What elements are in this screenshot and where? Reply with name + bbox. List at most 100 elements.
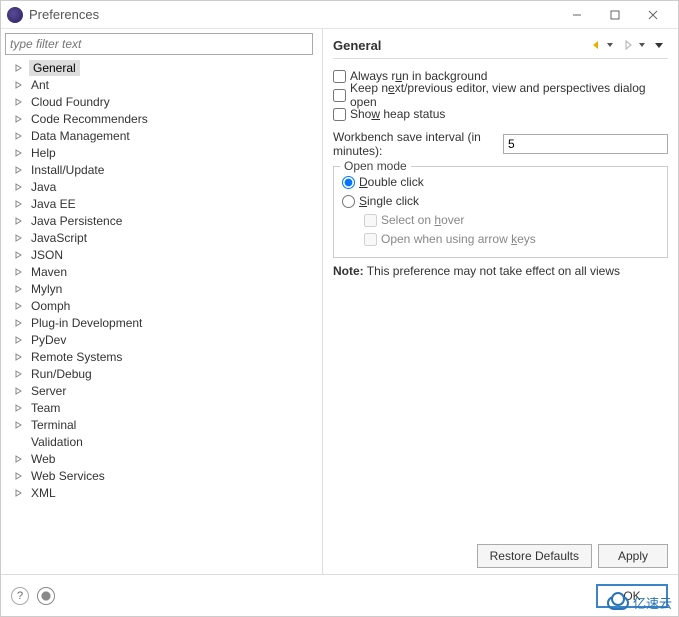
tree-item[interactable]: Cloud Foundry (5, 93, 318, 110)
apply-button[interactable]: Apply (598, 544, 668, 568)
tree-item[interactable]: Server (5, 382, 318, 399)
single-click-label: Single click (359, 194, 419, 208)
tree-item-label: Ant (29, 78, 51, 92)
app-icon (7, 7, 23, 23)
maximize-button[interactable] (596, 3, 634, 27)
dialog-footer: ? OK 亿速云 (1, 574, 678, 616)
open-arrow-keys-checkbox (364, 233, 377, 246)
expand-icon[interactable] (13, 79, 25, 91)
tree-item-label: XML (29, 486, 58, 500)
tree-item-label: General (29, 60, 80, 76)
window-title: Preferences (29, 7, 558, 22)
expand-icon[interactable] (13, 113, 25, 125)
expand-icon[interactable] (13, 334, 25, 346)
close-button[interactable] (634, 3, 672, 27)
tree-item[interactable]: Java EE (5, 195, 318, 212)
tree-item[interactable]: General (5, 59, 318, 76)
tree-item[interactable]: XML (5, 484, 318, 501)
forward-menu-icon[interactable] (638, 39, 652, 53)
panel-title: General (333, 38, 588, 53)
expand-icon[interactable] (13, 419, 25, 431)
expand-icon[interactable] (13, 385, 25, 397)
note-text: This preference may not take effect on a… (364, 264, 620, 278)
double-click-row: Double click (342, 173, 659, 191)
keep-editor-row: Keep next/previous editor, view and pers… (333, 86, 668, 104)
help-icon[interactable]: ? (11, 587, 29, 605)
expand-icon[interactable] (13, 130, 25, 142)
single-click-radio[interactable] (342, 195, 355, 208)
restore-defaults-button[interactable]: Restore Defaults (477, 544, 592, 568)
expand-icon[interactable] (13, 164, 25, 176)
show-heap-checkbox[interactable] (333, 108, 346, 121)
expand-icon[interactable] (13, 181, 25, 193)
tree-item[interactable]: Remote Systems (5, 348, 318, 365)
tree-item[interactable]: Terminal (5, 416, 318, 433)
expand-icon[interactable] (13, 62, 25, 74)
expand-icon[interactable] (13, 317, 25, 329)
double-click-radio[interactable] (342, 176, 355, 189)
tree-item[interactable]: Mylyn (5, 280, 318, 297)
tree-item[interactable]: JSON (5, 246, 318, 263)
tree-item[interactable]: Help (5, 144, 318, 161)
keep-editor-checkbox[interactable] (333, 89, 346, 102)
tree-item[interactable]: Web Services (5, 467, 318, 484)
tree-item-label: Java Persistence (29, 214, 124, 228)
tree-item[interactable]: Web (5, 450, 318, 467)
left-panel: General Ant Cloud Foundry Code Recommenders… (1, 29, 323, 574)
tree-item-label: Server (29, 384, 68, 398)
tree-item-label: Code Recommenders (29, 112, 150, 126)
expand-icon[interactable] (13, 266, 25, 278)
tree-item[interactable]: PyDev (5, 331, 318, 348)
cloud-icon (607, 596, 629, 610)
forward-button[interactable] (622, 39, 636, 53)
tree-item-label: Remote Systems (29, 350, 124, 364)
tree-item[interactable]: Data Management (5, 127, 318, 144)
expand-icon[interactable] (13, 147, 25, 159)
expand-icon[interactable] (13, 487, 25, 499)
note-row: Note: This preference may not take effec… (333, 264, 668, 278)
expand-icon[interactable] (13, 283, 25, 295)
always-run-bg-checkbox[interactable] (333, 70, 346, 83)
minimize-button[interactable] (558, 3, 596, 27)
tree-item[interactable]: Team (5, 399, 318, 416)
expand-icon[interactable] (13, 453, 25, 465)
tree-item[interactable]: Java Persistence (5, 212, 318, 229)
expand-icon[interactable] (13, 215, 25, 227)
import-export-icon[interactable] (37, 587, 55, 605)
view-menu-icon[interactable] (654, 39, 668, 53)
expand-icon[interactable] (13, 368, 25, 380)
tree-item[interactable]: Plug-in Development (5, 314, 318, 331)
tree-item[interactable]: Ant (5, 76, 318, 93)
tree-item[interactable]: Run/Debug (5, 365, 318, 382)
expand-icon[interactable] (13, 470, 25, 482)
tree-item-label: PyDev (29, 333, 68, 347)
tree-item-label: JSON (29, 248, 65, 262)
tree-item-label: Cloud Foundry (29, 95, 112, 109)
expand-icon[interactable] (13, 96, 25, 108)
expand-icon[interactable] (13, 300, 25, 312)
expand-icon[interactable] (13, 351, 25, 363)
tree-item[interactable]: Validation (5, 433, 318, 450)
filter-input[interactable] (5, 33, 313, 55)
save-interval-input[interactable] (503, 134, 668, 154)
tree-item[interactable]: Maven (5, 263, 318, 280)
tree-item[interactable]: JavaScript (5, 229, 318, 246)
show-heap-label: Show heap status (350, 107, 445, 121)
double-click-label: Double click (359, 175, 424, 189)
back-menu-icon[interactable] (606, 39, 620, 53)
expand-icon[interactable] (13, 232, 25, 244)
show-heap-row: Show heap status (333, 105, 668, 123)
tree-item[interactable]: Oomph (5, 297, 318, 314)
tree-item[interactable]: Code Recommenders (5, 110, 318, 127)
tree-item-label: Plug-in Development (29, 316, 144, 330)
content-area: General Ant Cloud Foundry Code Recommenders… (1, 29, 678, 574)
expand-icon[interactable] (13, 402, 25, 414)
tree-item[interactable]: Install/Update (5, 161, 318, 178)
expand-icon[interactable] (13, 249, 25, 261)
tree-item[interactable]: Java (5, 178, 318, 195)
preferences-tree[interactable]: General Ant Cloud Foundry Code Recommenders… (5, 55, 318, 570)
back-button[interactable] (590, 39, 604, 53)
tree-item-label: Maven (29, 265, 69, 279)
expand-icon[interactable] (13, 198, 25, 210)
open-mode-group: Open mode Double click Single click Sele… (333, 166, 668, 258)
